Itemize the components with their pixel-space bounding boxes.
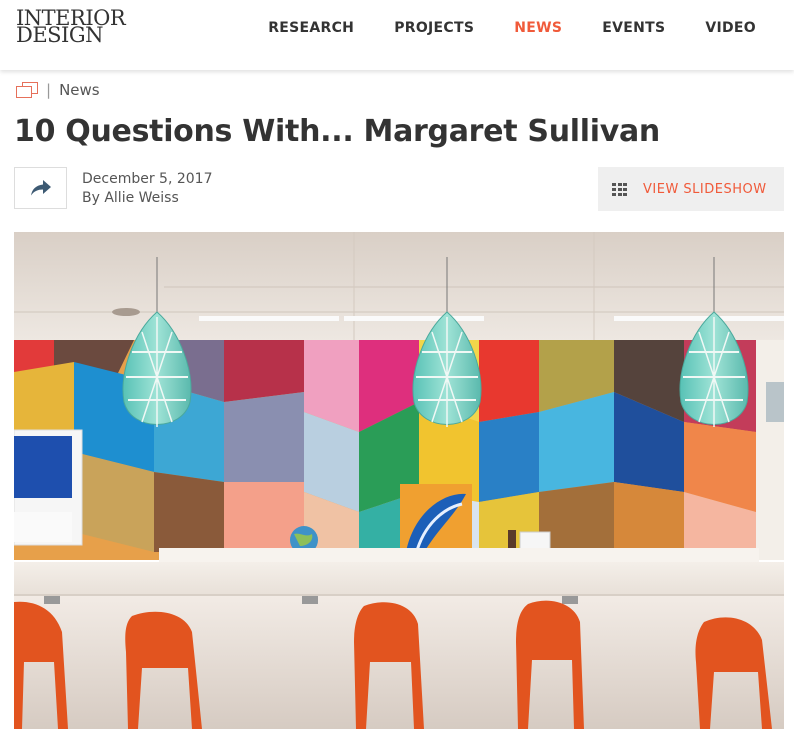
- article-date: December 5, 2017: [82, 171, 213, 187]
- share-button[interactable]: [14, 167, 67, 209]
- office-interior-photo: [14, 232, 784, 729]
- folder-stack-icon: [16, 81, 38, 99]
- breadcrumb-news-link[interactable]: News: [59, 81, 100, 99]
- share-arrow-icon: [30, 180, 51, 196]
- view-slideshow-label: VIEW SLIDESHOW: [643, 181, 767, 197]
- article-byline: By Allie Weiss: [82, 190, 179, 206]
- breadcrumb: | News: [16, 81, 100, 99]
- nav-research[interactable]: RESEARCH: [268, 20, 354, 36]
- breadcrumb-separator: |: [46, 81, 52, 99]
- grid-icon: [612, 182, 627, 196]
- main-nav: RESEARCH PROJECTS NEWS EVENTS VIDEO: [268, 20, 756, 36]
- article-meta: December 5, 2017 By Allie Weiss: [82, 170, 212, 208]
- nav-events[interactable]: EVENTS: [602, 20, 665, 36]
- page-title: 10 Questions With... Margaret Sullivan: [14, 114, 660, 149]
- nav-news[interactable]: NEWS: [514, 20, 562, 36]
- hero-image[interactable]: [14, 232, 784, 729]
- view-slideshow-button[interactable]: VIEW SLIDESHOW: [598, 167, 784, 211]
- nav-video[interactable]: VIDEO: [705, 20, 756, 36]
- site-header: INTERIOR DESIGN RESEARCH PROJECTS NEWS E…: [0, 0, 794, 70]
- nav-projects[interactable]: PROJECTS: [394, 20, 474, 36]
- site-logo[interactable]: INTERIOR DESIGN: [16, 8, 126, 46]
